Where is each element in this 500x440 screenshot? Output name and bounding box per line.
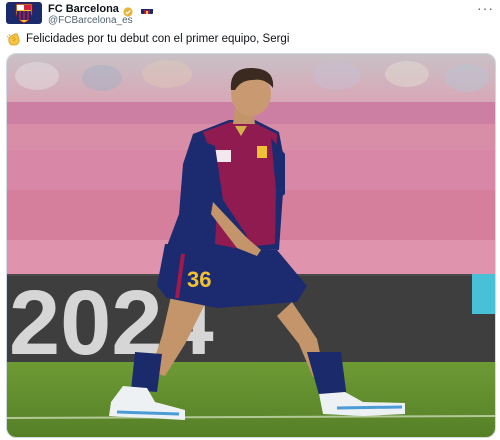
clapping-hands-icon xyxy=(6,32,22,46)
author-avatar[interactable] xyxy=(6,2,42,24)
tweet-text-line: Felicidades por tu debut con el primer e… xyxy=(6,32,289,46)
shorts-number: 36 xyxy=(187,267,211,292)
tweet-text: Felicidades por tu debut con el primer e… xyxy=(26,33,290,45)
spain-flag-icon xyxy=(140,5,153,14)
tweet-card[interactable]: FC Barcelona @FCBarcelona_es ··· Felicid… xyxy=(0,0,500,440)
author-display-name[interactable]: FC Barcelona xyxy=(48,3,119,15)
tweet-header: FC Barcelona @FCBarcelona_es ··· xyxy=(6,1,494,28)
tweet-media-photo[interactable]: 2024 36 xyxy=(6,53,496,438)
author-handle[interactable]: @FCBarcelona_es xyxy=(48,15,133,27)
gold-verified-badge-icon xyxy=(123,4,133,17)
more-options-icon[interactable]: ··· xyxy=(477,1,494,15)
